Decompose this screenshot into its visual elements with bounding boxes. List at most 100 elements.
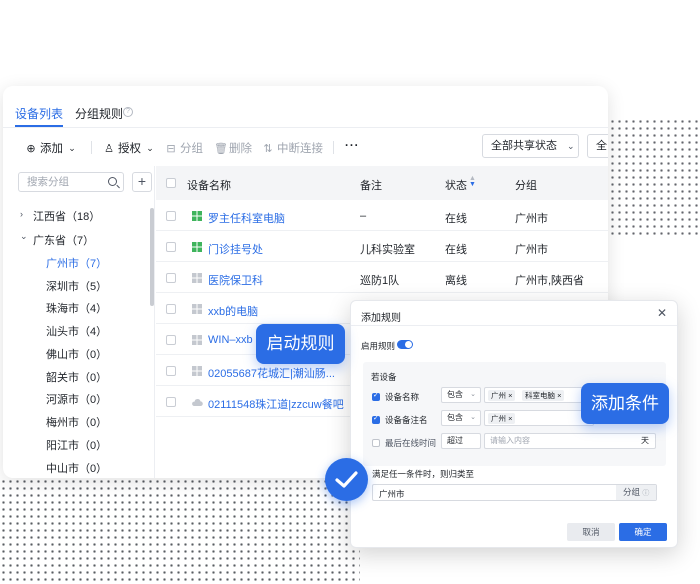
operator-select[interactable]: 包含 ⌄ xyxy=(441,387,481,403)
device-note: 儿科实验室 xyxy=(360,244,415,256)
scrollbar[interactable] xyxy=(150,208,154,306)
delete-button[interactable]: 🗑 删除 xyxy=(214,140,252,156)
close-icon[interactable]: ✕ xyxy=(657,306,667,320)
authorize-button[interactable]: ♙ 授权 ⌄ xyxy=(103,140,156,156)
confirm-button[interactable]: 确定 xyxy=(619,523,667,541)
row-checkbox[interactable] xyxy=(166,273,176,283)
add-button[interactable]: ⊕ 添加 ⌄ xyxy=(25,140,78,156)
device-name[interactable]: 02111548珠江道|zzcuw餐吧 xyxy=(208,396,344,412)
table-row[interactable]: 医院保卫科 巡防1队 离线 广州市,陕西省 xyxy=(156,262,608,293)
device-name[interactable]: 医院保卫科 xyxy=(208,272,263,288)
group-button[interactable]: ⊟ 分组 xyxy=(165,140,203,156)
row-checkbox[interactable] xyxy=(166,397,176,407)
windows-icon xyxy=(192,211,202,221)
share-status-value: 全部共享状态 xyxy=(491,140,557,152)
condition-checkbox[interactable] xyxy=(372,414,380,424)
search-placeholder: 搜索分组 xyxy=(27,176,69,188)
authorize-label: 授权 xyxy=(118,143,141,155)
device-name[interactable]: 罗主任科室电脑 xyxy=(208,210,285,226)
device-status: 在线 xyxy=(445,213,467,225)
tree-item-foshan[interactable]: 佛山市（0） xyxy=(46,346,107,362)
search-icon xyxy=(108,177,117,186)
operator-select[interactable]: 超过 xyxy=(441,433,481,449)
operator-select[interactable]: 包含 ⌄ xyxy=(441,410,481,426)
table-row[interactable]: 罗主任科室电脑 – 在线 广州市 xyxy=(156,200,608,231)
tab-device-list[interactable]: 设备列表 xyxy=(15,105,64,127)
second-filter-value: 全 xyxy=(596,140,607,152)
tree-item-shaoguan[interactable]: 韶关市（0） xyxy=(46,369,107,385)
chevron-down-icon: ⌄ xyxy=(567,141,575,151)
row-checkbox[interactable] xyxy=(166,366,176,376)
result-label: 满足任一条件时，则归类至 xyxy=(372,469,475,479)
row-checkbox[interactable] xyxy=(166,304,176,314)
days-placeholder: 请输入内容 xyxy=(490,436,530,445)
row-checkbox[interactable] xyxy=(166,242,176,252)
enable-rule-toggle[interactable] xyxy=(397,340,413,349)
tree-item-guangdong[interactable]: 广东省（7） xyxy=(33,232,94,248)
tag-input[interactable]: 广州 × xyxy=(484,410,594,426)
device-group: 广州市 xyxy=(515,244,548,256)
add-group-button[interactable]: + xyxy=(132,172,152,192)
row-checkbox[interactable] xyxy=(166,335,176,345)
operator-value: 包含 xyxy=(447,413,463,422)
device-status: 离线 xyxy=(445,275,467,287)
tree-item-shantou[interactable]: 汕头市（4） xyxy=(46,323,107,339)
close-icon[interactable]: × xyxy=(508,391,512,400)
tag-input[interactable]: 广州 × 科室电脑 × xyxy=(484,387,594,403)
device-note: – xyxy=(360,210,367,222)
tree-item-shenzhen[interactable]: 深圳市（5） xyxy=(46,278,107,294)
divider xyxy=(333,141,334,154)
more-button[interactable]: ··· xyxy=(345,140,360,152)
second-filter-select[interactable]: 全 xyxy=(587,134,608,158)
sort-icon[interactable]: ▲ ▼ xyxy=(469,175,476,188)
device-group: 广州市,陕西省 xyxy=(515,275,585,287)
share-status-select[interactable]: 全部共享状态 ⌄ xyxy=(482,134,579,158)
condition-checkbox[interactable] xyxy=(372,439,380,447)
device-name[interactable]: 02055687花城汇|潮汕肠... xyxy=(208,365,335,381)
cancel-button[interactable]: 取消 xyxy=(567,523,615,541)
table-row[interactable]: 门诊挂号处 儿科实验室 在线 广州市 xyxy=(156,231,608,262)
device-status: 在线 xyxy=(445,244,467,256)
device-name[interactable]: 门诊挂号处 xyxy=(208,241,263,257)
checkmark-icon xyxy=(325,458,368,501)
chevron-right-icon[interactable]: › xyxy=(20,209,23,219)
add-label: 添加 xyxy=(40,143,63,155)
tree-item-meizhou[interactable]: 梅州市（0） xyxy=(46,414,107,430)
tree-item-guangzhou[interactable]: 广州市（7） xyxy=(46,255,107,271)
disconnect-button[interactable]: ⇅ 中断连接 xyxy=(262,140,323,156)
tab-bar: 设备列表 分组规则 ? xyxy=(3,86,608,128)
plus-circle-icon: ⊕ xyxy=(26,142,36,155)
tab-group-rules[interactable]: 分组规则 xyxy=(75,105,123,122)
tree-item-yangjiang[interactable]: 阳江市（0） xyxy=(46,437,107,453)
group-tree-panel: 搜索分组 + › 江西省（18） ⌄ 广东省（7） 广州市（7） 深圳市（5） … xyxy=(3,166,155,478)
group-search-input[interactable]: 搜索分组 xyxy=(18,172,124,192)
tree-item-jiangxi[interactable]: 江西省（18） xyxy=(33,208,100,224)
close-icon[interactable]: × xyxy=(557,391,561,400)
close-icon[interactable]: × xyxy=(508,414,512,423)
info-icon[interactable]: ? xyxy=(123,107,133,117)
trash-icon: 🗑 xyxy=(214,142,228,155)
tree-item-zhuhai[interactable]: 珠海市（4） xyxy=(46,300,107,316)
device-name[interactable]: xxb的电脑 xyxy=(208,303,258,319)
tree-item-zhongshan[interactable]: 中山市（0） xyxy=(46,460,107,476)
device-name[interactable]: WIN–xxb xyxy=(208,334,253,346)
device-note: 巡防1队 xyxy=(360,275,400,287)
info-icon: ⓘ xyxy=(642,490,650,497)
select-all-checkbox[interactable] xyxy=(166,178,176,188)
tag-text: 科室电脑 xyxy=(525,391,555,400)
condition-checkbox[interactable] xyxy=(372,391,380,401)
group-icon: ⊟ xyxy=(166,142,176,155)
windows-icon xyxy=(192,335,202,345)
condition-label: 最后在线时间 xyxy=(385,438,437,448)
row-checkbox[interactable] xyxy=(166,211,176,221)
tree-item-heyuan[interactable]: 河源市（0） xyxy=(46,391,107,407)
tag: 广州 × xyxy=(488,413,516,424)
windows-icon xyxy=(192,366,202,376)
column-status[interactable]: 状态 xyxy=(445,177,467,193)
days-input[interactable]: 请输入内容 天 xyxy=(484,433,656,449)
disconnect-icon: ⇅ xyxy=(263,142,273,155)
group-suffix[interactable]: 分组 ⓘ xyxy=(616,485,656,500)
column-group: 分组 xyxy=(515,180,537,192)
target-group-select[interactable]: 广州市 分组 ⓘ xyxy=(372,484,657,501)
chevron-down-icon[interactable]: ⌄ xyxy=(20,231,28,242)
